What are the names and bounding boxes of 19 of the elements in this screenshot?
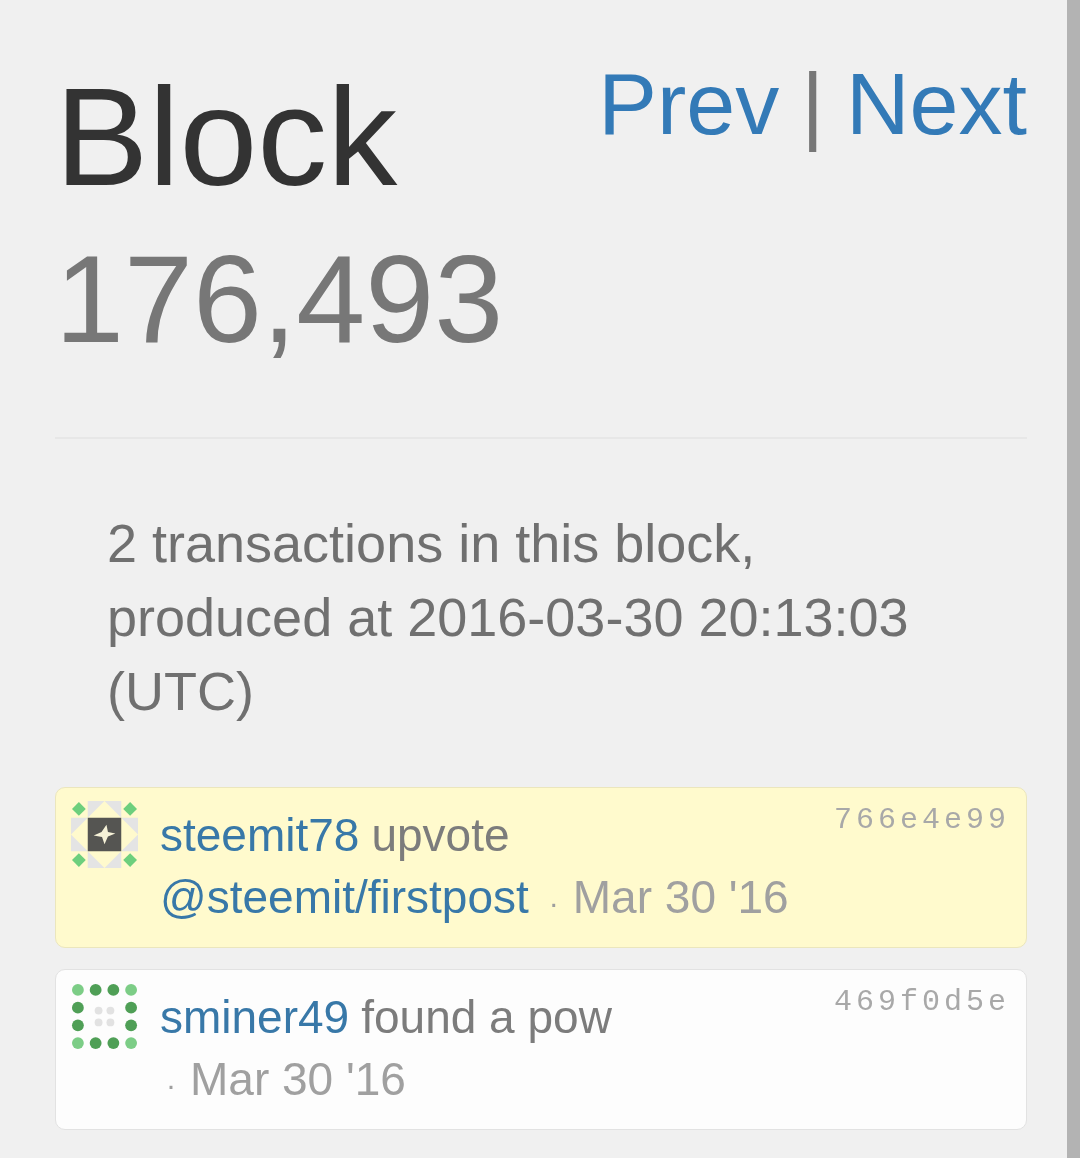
separator-dot: · [166,1067,176,1103]
operation-text: upvote [371,808,510,863]
account-link[interactable]: steemit78 [160,804,360,866]
prev-link[interactable]: Prev [598,60,780,148]
page-title: Block [55,67,398,207]
block-summary: 2 transactions in this block, produced at 2016-03-30 20:13:03 (UTC) [107,512,910,723]
next-link[interactable]: Next [846,60,1027,148]
block-number: 176,493 [55,237,504,361]
avatar-icon [71,983,138,1050]
post-link[interactable]: @steemit/firstpost [160,866,529,928]
transaction-hash: 766e4e99 [833,803,1010,837]
account-link[interactable]: sminer49 [160,986,350,1048]
scrollbar[interactable] [1067,0,1080,1158]
transaction-hash: 469f0d5e [833,985,1010,1019]
avatar-icon [71,801,138,868]
operation-text: found a pow [361,990,612,1045]
timestamp: Mar 30 '16 [572,870,789,925]
timestamp: Mar 30 '16 [190,1052,406,1107]
separator-dot: · [548,885,559,921]
